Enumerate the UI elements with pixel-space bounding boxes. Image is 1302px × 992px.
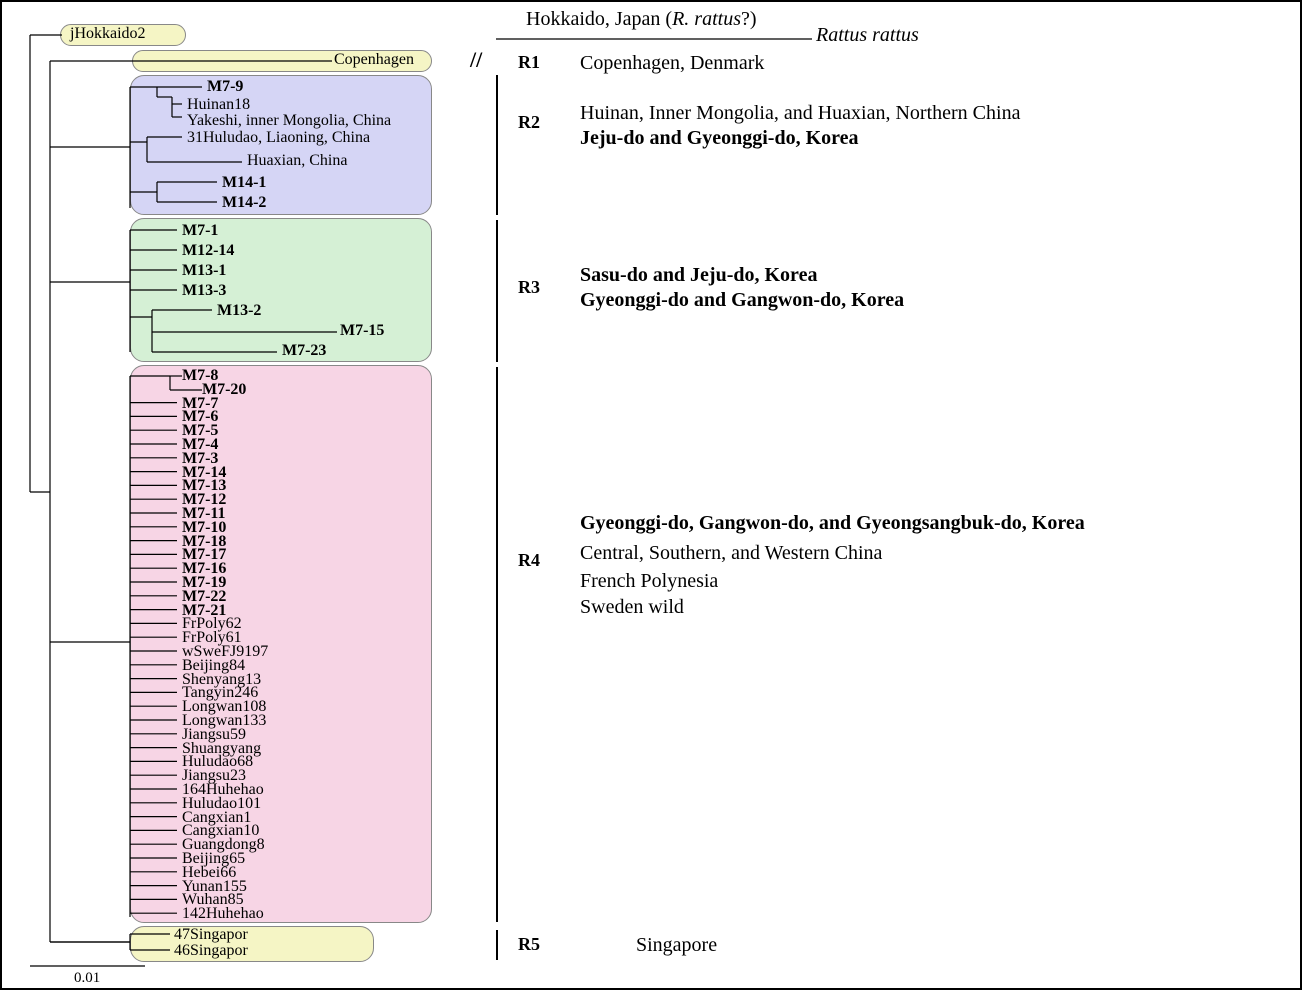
r4-taxon-plain-21: 142Huhehao <box>182 905 264 923</box>
r3-taxon-0: M7-1 <box>182 222 218 240</box>
r4-bar <box>496 367 498 922</box>
r3-bar <box>496 220 498 362</box>
r4-label: R4 <box>518 550 540 571</box>
r2-taxon-huaxian: Huaxian, China <box>247 152 347 170</box>
r4-anno-0: Gyeonggi-do, Gangwon-do, and Gyeongsangb… <box>580 512 1085 535</box>
root-line <box>496 32 826 46</box>
r3-taxon-2: M13-1 <box>182 262 226 280</box>
r3-label: R3 <box>518 277 540 298</box>
r3-anno-1: Gyeonggi-do and Gangwon-do, Korea <box>580 289 904 312</box>
outgroup-anno-species: R. rattus <box>672 8 741 30</box>
r3-taxon-5: M7-15 <box>340 322 384 340</box>
outgroup-taxon: jHokkaido2 <box>70 25 146 43</box>
r2-taxon-m14-1: M14-1 <box>222 174 266 192</box>
outgroup-annotation: Hokkaido, Japan (R. rattus?) <box>526 8 757 31</box>
r2-anno-0: Huinan, Inner Mongolia, and Huaxian, Nor… <box>580 102 1020 125</box>
outgroup-anno-prefix: Hokkaido, Japan ( <box>526 8 672 30</box>
scale-label: 0.01 <box>74 970 100 987</box>
r5-taxon-1: 46Singapor <box>174 942 248 960</box>
r4-anno-1: Central, Southern, and Western China <box>580 542 882 565</box>
r2-taxon-huludao: 31Huludao, Liaoning, China <box>187 129 370 147</box>
r3-anno-0: Sasu-do and Jeju-do, Korea <box>580 264 817 287</box>
r3-taxon-6: M7-23 <box>282 342 326 360</box>
outgroup-anno-suffix: ?) <box>741 8 757 30</box>
r3-taxon-1: M12-14 <box>182 242 234 260</box>
r2-taxon-m14-2: M14-2 <box>222 194 266 212</box>
r5-anno-0: Singapore <box>636 934 717 957</box>
r3-taxon-4: M13-2 <box>217 302 261 320</box>
branch-break-symbol: // <box>470 47 482 73</box>
r2-label: R2 <box>518 112 540 133</box>
r2-taxon-yakeshi: Yakeshi, inner Mongolia, China <box>187 112 391 130</box>
r1-taxon-1: Copenhagen <box>334 51 414 69</box>
r5-bar <box>496 930 498 960</box>
r2-bar <box>496 75 498 215</box>
r2-taxon-m7-9: M7-9 <box>207 78 243 96</box>
r4-anno-2: French Polynesia <box>580 570 718 593</box>
r3-taxon-3: M13-3 <box>182 282 226 300</box>
r2-anno-1: Jeju-do and Gyeonggi-do, Korea <box>580 127 859 150</box>
r5-label: R5 <box>518 934 540 955</box>
r1-anno-0: Copenhagen, Denmark <box>580 52 764 75</box>
root-species-label: Rattus rattus <box>816 24 919 47</box>
r1-label: R1 <box>518 52 540 73</box>
r4-anno-3: Sweden wild <box>580 596 684 619</box>
